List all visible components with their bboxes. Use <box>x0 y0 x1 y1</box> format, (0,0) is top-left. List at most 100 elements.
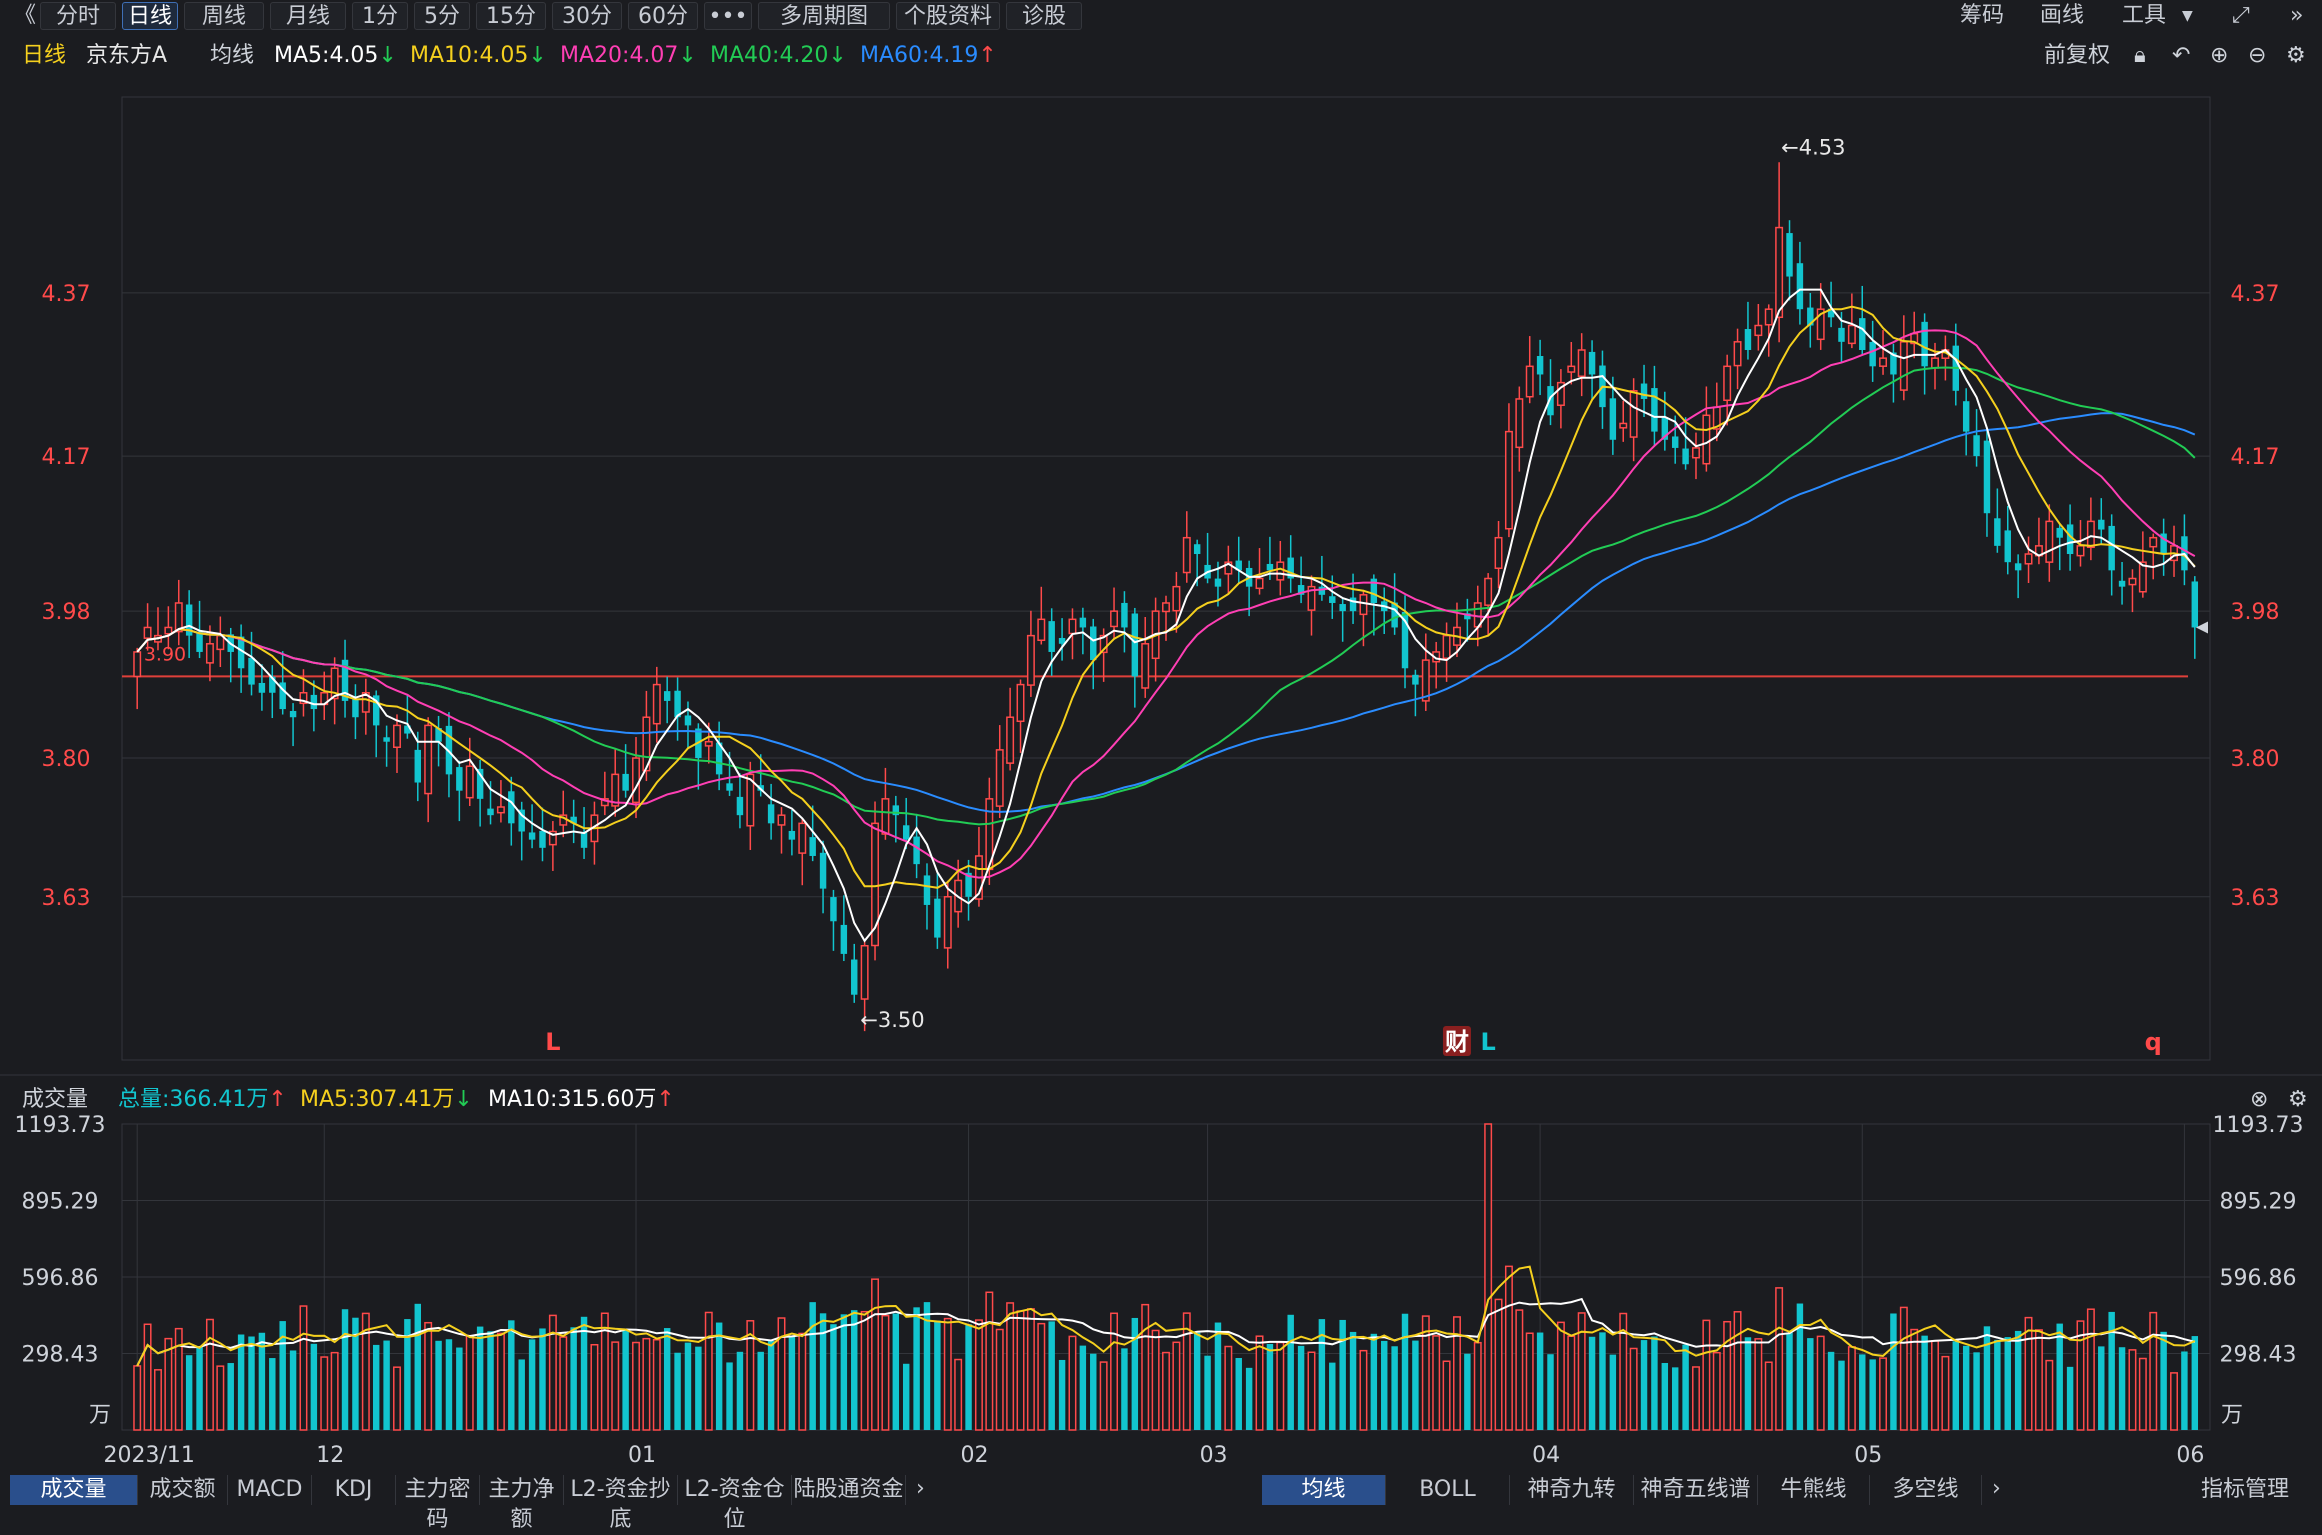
candle-body <box>580 832 588 848</box>
volume-bar <box>2138 1357 2147 1431</box>
volume-bar <box>798 1332 807 1431</box>
volume-bar <box>695 1346 702 1430</box>
candle-body <box>1723 365 1732 402</box>
volume-total: 总量:366.41万↑ <box>118 1087 287 1112</box>
close-icon[interactable]: ⊗ <box>2250 1084 2268 1116</box>
volume-bar <box>1484 1123 1493 1431</box>
volume-bar <box>1567 1335 1576 1431</box>
volume-label[interactable]: 成交量 <box>22 1084 88 1116</box>
volume-bar <box>1381 1340 1388 1430</box>
volume-bar <box>1329 1362 1336 1430</box>
candle-body <box>1744 329 1752 350</box>
volume-bar <box>840 1314 848 1430</box>
volume-bar <box>1910 1328 1919 1431</box>
volume-bar <box>1099 1361 1108 1431</box>
candle-body <box>1567 365 1576 373</box>
kline-chart[interactable]: 3.63 3.63 3.80 3.80 3.98 3.98 4.17 4.17 4.37 4.37… <box>0 0 2322 1470</box>
volume-bar <box>1079 1345 1087 1430</box>
candle-body <box>1754 324 1763 337</box>
overlay-tab[interactable]: 牛熊线 <box>1758 1475 1870 1505</box>
volume-bar <box>1235 1358 1242 1430</box>
overlay-tab[interactable]: BOLL <box>1386 1475 1510 1505</box>
candle-body <box>913 836 920 865</box>
overlay-tab[interactable]: 神奇五线谱 <box>1634 1475 1758 1505</box>
candle-body <box>1847 324 1856 345</box>
volume-tick-right: 298.43 <box>2220 1343 2297 1368</box>
volume-bar <box>902 1363 910 1430</box>
candle-body <box>1494 536 1503 569</box>
volume-bar <box>1006 1302 1015 1431</box>
volume-bar <box>1994 1339 2001 1430</box>
volume-bar <box>2118 1347 2126 1430</box>
volume-bar <box>1172 1341 1181 1431</box>
overlay-tab[interactable]: 均线 <box>1262 1475 1386 1505</box>
candle-body <box>1682 448 1689 465</box>
volume-bar <box>1962 1345 1970 1430</box>
candle-body <box>840 924 848 954</box>
volume-bar <box>1245 1367 1253 1430</box>
candle-body <box>1048 621 1055 652</box>
volume-bar <box>289 1350 297 1430</box>
volume-tick-right: 895.29 <box>2220 1190 2297 1215</box>
candle-body <box>1764 308 1773 326</box>
candle-body <box>881 798 890 835</box>
indicator-tab[interactable]: 陆股通资金 <box>792 1475 906 1505</box>
volume-bar <box>652 1338 661 1431</box>
candle-body <box>1068 618 1077 635</box>
indicator-tab[interactable]: 主力净额 <box>480 1475 564 1532</box>
volume-bar <box>974 1319 983 1431</box>
volume-bar <box>1151 1329 1160 1431</box>
volume-bar <box>1599 1332 1606 1430</box>
candle-body <box>1671 436 1679 448</box>
volume-bar <box>143 1323 152 1431</box>
reference-label: 3.90 <box>144 643 186 665</box>
indicator-tab[interactable]: L2-资金仓位 <box>678 1475 792 1532</box>
candle-body <box>1193 544 1201 555</box>
indicator-manage-button[interactable]: 指标管理 <box>2170 1475 2320 1505</box>
candle-body <box>465 765 474 799</box>
volume-bar <box>216 1365 225 1431</box>
volume-tick-right: 1193.73 <box>2213 1113 2304 1138</box>
volume-bar <box>757 1351 764 1430</box>
gear-icon[interactable]: ⚙ <box>2288 1084 2308 1116</box>
volume-bar <box>1287 1314 1294 1430</box>
candle-body <box>1962 401 1970 432</box>
volume-bar <box>1983 1326 1991 1430</box>
volume-bar <box>269 1358 276 1430</box>
volume-bar <box>684 1342 692 1430</box>
volume-bar <box>1651 1336 1658 1430</box>
candle-body <box>539 830 546 848</box>
indicator-tab[interactable]: 成交额 <box>138 1475 228 1505</box>
indicator-tab[interactable]: 主力密码 <box>396 1475 480 1532</box>
volume-bar <box>1442 1360 1451 1431</box>
volume-tick-left: 1193.73 <box>15 1113 106 1138</box>
indicator-tab[interactable]: 成交量 <box>10 1475 138 1505</box>
volume-bar <box>1640 1340 1648 1430</box>
time-tick: 01 <box>628 1443 656 1468</box>
overlay-tab[interactable]: 多空线 <box>1870 1475 1982 1505</box>
volume-tick-left: 596.86 <box>22 1266 99 1291</box>
volume-bar <box>851 1310 858 1430</box>
volume-bar <box>341 1309 349 1430</box>
volume-bar <box>1764 1361 1773 1431</box>
price-tick-right: 4.17 <box>2231 445 2280 470</box>
time-tick: 03 <box>1200 1443 1228 1468</box>
volume-bar <box>227 1363 234 1430</box>
chevron-right-icon[interactable]: › <box>1992 1473 2001 1505</box>
candle-body <box>1588 351 1596 375</box>
chevron-right-icon[interactable]: › <box>916 1473 925 1505</box>
high-label: ←4.53 <box>1781 135 1845 159</box>
volume-bar <box>2034 1329 2043 1431</box>
volume-bar <box>819 1313 827 1430</box>
indicator-tab[interactable]: L2-资金抄底 <box>564 1475 678 1532</box>
candle-body <box>2024 553 2033 565</box>
overlay-tab[interactable]: 神奇九转 <box>1510 1475 1634 1505</box>
volume-bar <box>871 1278 879 1431</box>
candle-body <box>414 749 422 783</box>
candle-body <box>1276 561 1285 581</box>
indicator-tab[interactable]: KDJ <box>312 1475 396 1505</box>
volume-bar <box>1224 1345 1233 1431</box>
candle-body <box>1141 643 1150 689</box>
candle-body <box>508 791 515 824</box>
indicator-tab[interactable]: MACD <box>228 1475 312 1505</box>
